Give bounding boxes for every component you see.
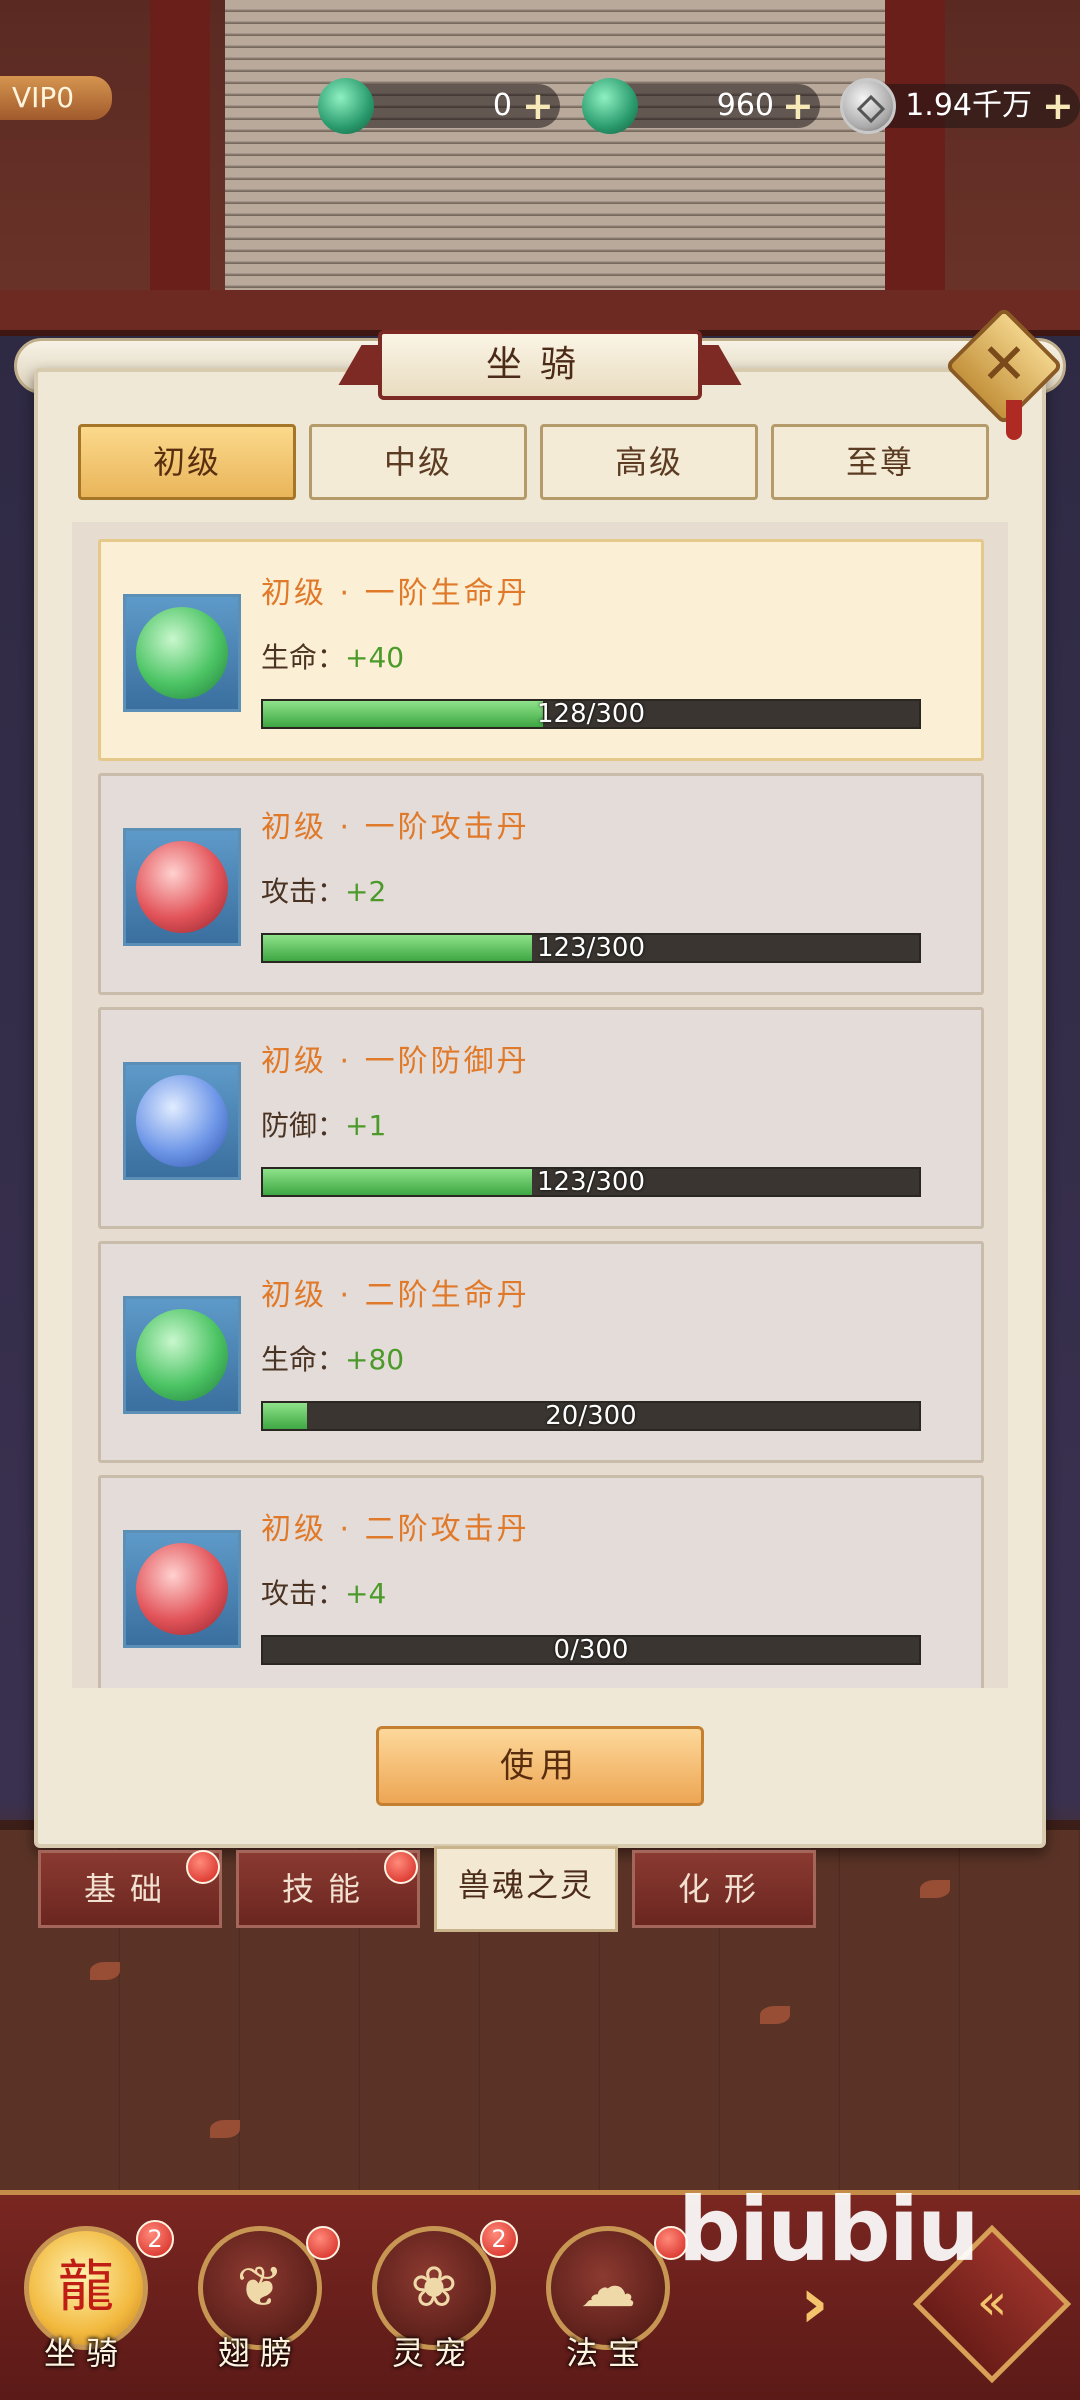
progress-text: 128/300 (536, 699, 645, 729)
stat-label: 防御： (261, 1109, 346, 1142)
use-button[interactable]: 使用 (376, 1726, 704, 1806)
attack-pill-icon (136, 841, 228, 933)
life-pill-icon (136, 1309, 228, 1401)
progress-bar: 128/300 (261, 699, 921, 729)
pill-card[interactable]: 初级 · 二阶攻击丹 攻击：+4 0/300 (98, 1475, 984, 1688)
progress-text: 20/300 (545, 1401, 637, 1431)
pill-stat: 攻击：+4 (261, 1572, 386, 1612)
pill-card[interactable]: 初级 · 一阶防御丹 防御：+1 123/300 (98, 1007, 984, 1229)
left-pillar (150, 0, 210, 320)
add-silver-button[interactable]: + (1042, 84, 1074, 128)
tab-supreme[interactable]: 至尊 (771, 424, 989, 500)
pill-name: 初级 · 一阶防御丹 (261, 1044, 530, 1079)
window-blinds (225, 0, 885, 290)
nav-mount-badge: 2 (136, 2220, 174, 2258)
subtab-transform[interactable]: 化形 (632, 1850, 816, 1928)
right-pillar (885, 0, 945, 320)
stat-value: +1 (345, 1109, 387, 1142)
currency-silver-value: 1.94千万 (905, 88, 1032, 123)
life-pill-icon (136, 607, 228, 699)
pill-stat: 防御：+1 (261, 1104, 386, 1144)
stat-label: 生命： (261, 641, 346, 674)
stat-value: +40 (345, 641, 405, 674)
pill-list[interactable]: 初级 · 一阶生命丹 生命：+40 128/300 初级 · 一阶攻击丹 攻击：… (72, 522, 1008, 1688)
pill-card[interactable]: 初级 · 一阶生命丹 生命：+40 128/300 (98, 539, 984, 761)
stat-value: +4 (345, 1577, 387, 1610)
currency-jade-value: 0 (492, 88, 512, 123)
stat-value: +80 (345, 1343, 405, 1376)
progress-text: 0/300 (553, 1635, 629, 1665)
falling-leaf (760, 2006, 790, 2024)
falling-leaf (920, 1880, 950, 1898)
defense-pill-icon (136, 1075, 228, 1167)
stat-label: 攻击： (261, 1577, 346, 1610)
pill-name: 初级 · 二阶生命丹 (261, 1278, 530, 1313)
silver-coin-icon (840, 78, 896, 134)
add-bound-jade-button[interactable]: + (782, 84, 814, 128)
nav-pet-label: 灵宠 (391, 2334, 476, 2372)
tab-intermediate[interactable]: 中级 (309, 424, 527, 500)
progress-bar: 0/300 (261, 1635, 921, 1665)
vip-badge[interactable]: VIP0 (0, 76, 112, 120)
pill-name: 初级 · 二阶攻击丹 (261, 1512, 530, 1547)
nav-wings-label: 翅膀 (217, 2334, 302, 2372)
attack-pill-icon (136, 1543, 228, 1635)
notification-dot (186, 1850, 220, 1884)
pill-stat: 生命：+40 (261, 636, 404, 676)
pill-card[interactable]: 初级 · 二阶生命丹 生命：+80 20/300 (98, 1241, 984, 1463)
currency-bound-jade-value: 960 (716, 88, 774, 123)
progress-bar: 123/300 (261, 1167, 921, 1197)
nav-treasure-label: 法宝 (565, 2334, 650, 2372)
notification-dot (384, 1850, 418, 1884)
progress-text: 123/300 (536, 1167, 645, 1197)
progress-bar: 123/300 (261, 933, 921, 963)
subtab-beast-soul[interactable]: 兽魂之灵 (434, 1846, 618, 1932)
stat-value: +2 (345, 875, 387, 908)
pill-stat: 生命：+80 (261, 1338, 404, 1378)
panel-title: 坐骑 (378, 330, 702, 400)
tab-basic[interactable]: 初级 (78, 424, 296, 500)
pill-name: 初级 · 一阶攻击丹 (261, 810, 530, 845)
pill-icon-frame (123, 828, 241, 946)
pill-icon-frame (123, 1530, 241, 1648)
pill-icon-frame (123, 594, 241, 712)
add-jade-button[interactable]: + (522, 84, 554, 128)
pill-stat: 攻击：+2 (261, 870, 386, 910)
pill-icon-frame (123, 1296, 241, 1414)
tab-advanced[interactable]: 高级 (540, 424, 758, 500)
close-icon[interactable]: ✕ (972, 330, 1036, 400)
pill-icon-frame (123, 1062, 241, 1180)
stat-label: 生命： (261, 1343, 346, 1376)
progress-text: 123/300 (536, 933, 645, 963)
notification-dot (306, 2226, 340, 2260)
nav-mount-label: 坐骑 (43, 2334, 128, 2372)
pill-name: 初级 · 一阶生命丹 (261, 576, 530, 611)
progress-bar: 20/300 (261, 1401, 921, 1431)
falling-leaf (90, 1962, 120, 1980)
locked-jade-dragon-icon (582, 78, 638, 134)
jade-dragon-icon (318, 78, 374, 134)
pill-card[interactable]: 初级 · 一阶攻击丹 攻击：+2 123/300 (98, 773, 984, 995)
tassel (1006, 400, 1022, 440)
falling-leaf (210, 2120, 240, 2138)
nav-pet-badge: 2 (480, 2220, 518, 2258)
watermark: biubiu (678, 2178, 980, 2281)
stat-label: 攻击： (261, 875, 346, 908)
